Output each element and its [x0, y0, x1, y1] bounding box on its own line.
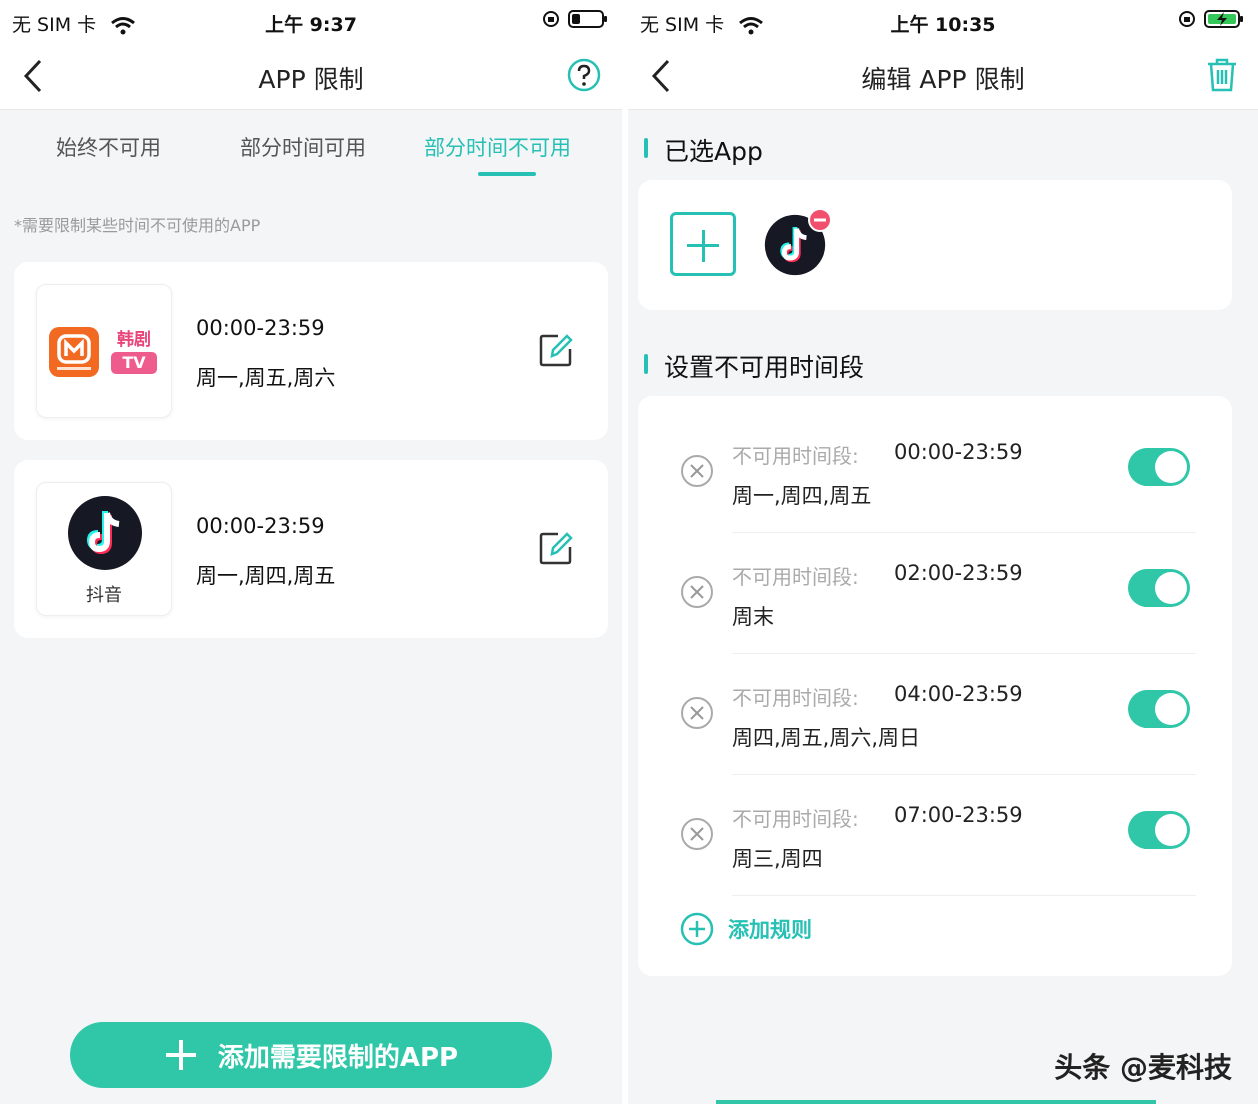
app-icons: 抖音 — [36, 482, 172, 616]
plus-icon — [165, 1040, 196, 1070]
rule-days: 周末 — [732, 605, 774, 629]
rule-label: 不可用时间段: — [732, 807, 859, 831]
selected-apps-panel — [638, 180, 1232, 310]
nav-bar: 编辑 APP 限制 — [628, 44, 1258, 110]
add-restricted-app-button[interactable]: 添加需要限制的APP — [70, 1022, 552, 1088]
time-rules-title: 设置不可用时间段 — [644, 348, 864, 384]
rule-time: 07:00-23:59 — [894, 803, 1023, 827]
rule-toggle[interactable] — [1128, 690, 1190, 728]
page-title: 编辑 APP 限制 — [861, 65, 1025, 94]
add-rule-label: 添加规则 — [728, 918, 812, 942]
rule-days: 周四,周五,周六,周日 — [732, 726, 921, 750]
edit-icon[interactable] — [538, 332, 574, 368]
time-rule: 不可用时间段: 07:00-23:59 周三,周四 — [638, 775, 1232, 896]
selected-apps-title: 已选App — [644, 132, 763, 168]
remove-app-icon[interactable] — [808, 208, 832, 232]
orientation-lock-icon — [1179, 11, 1195, 27]
battery-charging-icon — [1204, 10, 1243, 28]
rule-toggle[interactable] — [1128, 448, 1190, 486]
add-rule-button[interactable]: 添加规则 — [680, 912, 812, 946]
douyin-app-icon — [68, 496, 142, 570]
left-screen: 无 SIM 卡 上午 9:37 APP 限制 始终不可用 部分时间可用 部分时间… — [0, 0, 622, 1104]
add-circle-icon — [680, 912, 714, 946]
rule-time: 02:00-23:59 — [894, 561, 1023, 585]
time-rule: 不可用时间段: 02:00-23:59 周末 — [638, 533, 1232, 654]
rule-days: 周一,周四,周五 — [732, 484, 872, 508]
rule-label: 不可用时间段: — [732, 565, 859, 589]
rule-toggle[interactable] — [1128, 811, 1190, 849]
rule-time: 00:00-23:59 — [894, 440, 1023, 464]
korean-drama-tv-app-icon: 韩剧 TV — [111, 325, 157, 377]
rule-label: 不可用时间段: — [732, 444, 859, 468]
battery-icon — [568, 10, 607, 28]
right-screen: 无 SIM 卡 上午 10:35 编辑 APP 限制 已选App 设置不可用时间… — [628, 0, 1258, 1104]
page-title: APP 限制 — [258, 65, 364, 94]
card-days: 周一,周四,周五 — [196, 564, 336, 588]
help-icon[interactable] — [566, 57, 602, 93]
status-bar: 无 SIM 卡 上午 10:35 — [628, 0, 1258, 44]
time-rule: 不可用时间段: 04:00-23:59 周四,周五,周六,周日 — [638, 654, 1232, 775]
rule-toggle[interactable] — [1128, 569, 1190, 607]
tab-partial-unavailable[interactable]: 部分时间不可用 — [424, 132, 571, 162]
active-tab-indicator — [478, 172, 536, 176]
remove-rule-icon[interactable] — [680, 454, 714, 488]
time-rules-panel: 不可用时间段: 00:00-23:59 周一,周四,周五 不可用时间段: 02:… — [638, 396, 1232, 976]
app-label: 抖音 — [86, 585, 122, 606]
edit-icon[interactable] — [538, 530, 574, 566]
bottom-bar — [716, 1100, 1156, 1104]
add-app-button[interactable] — [670, 212, 736, 276]
rule-label: 不可用时间段: — [732, 686, 859, 710]
divider-line — [732, 895, 1196, 896]
hint-text: *需要限制某些时间不可使用的APP — [14, 216, 261, 235]
rule-days: 周三,周四 — [732, 847, 823, 871]
card-days: 周一,周五,周六 — [196, 366, 336, 390]
time-rule: 不可用时间段: 00:00-23:59 周一,周四,周五 — [638, 412, 1232, 533]
restriction-card[interactable]: 韩剧 TV 00:00-23:59 周一,周五,周六 — [14, 262, 608, 440]
remove-rule-icon[interactable] — [680, 817, 714, 851]
status-time: 上午 9:37 — [265, 14, 357, 36]
rule-time: 04:00-23:59 — [894, 682, 1023, 706]
remove-rule-icon[interactable] — [680, 696, 714, 730]
status-time: 上午 10:35 — [890, 14, 996, 36]
orientation-lock-icon — [543, 11, 559, 27]
restriction-card[interactable]: 抖音 00:00-23:59 周一,周四,周五 — [14, 460, 608, 638]
watermark: 头条 @麦科技 — [1054, 1051, 1232, 1084]
tab-partial-available[interactable]: 部分时间可用 — [240, 132, 366, 162]
nav-bar: APP 限制 — [0, 44, 622, 110]
add-button-label: 添加需要限制的APP — [217, 1042, 459, 1073]
trash-icon[interactable] — [1206, 57, 1238, 93]
mango-tv-app-icon — [49, 327, 99, 377]
remove-rule-icon[interactable] — [680, 575, 714, 609]
status-bar: 无 SIM 卡 上午 9:37 — [0, 0, 622, 44]
card-time: 00:00-23:59 — [196, 316, 325, 340]
app-icons: 韩剧 TV — [36, 284, 172, 418]
card-time: 00:00-23:59 — [196, 514, 325, 538]
tab-always-unavailable[interactable]: 始终不可用 — [56, 132, 161, 162]
